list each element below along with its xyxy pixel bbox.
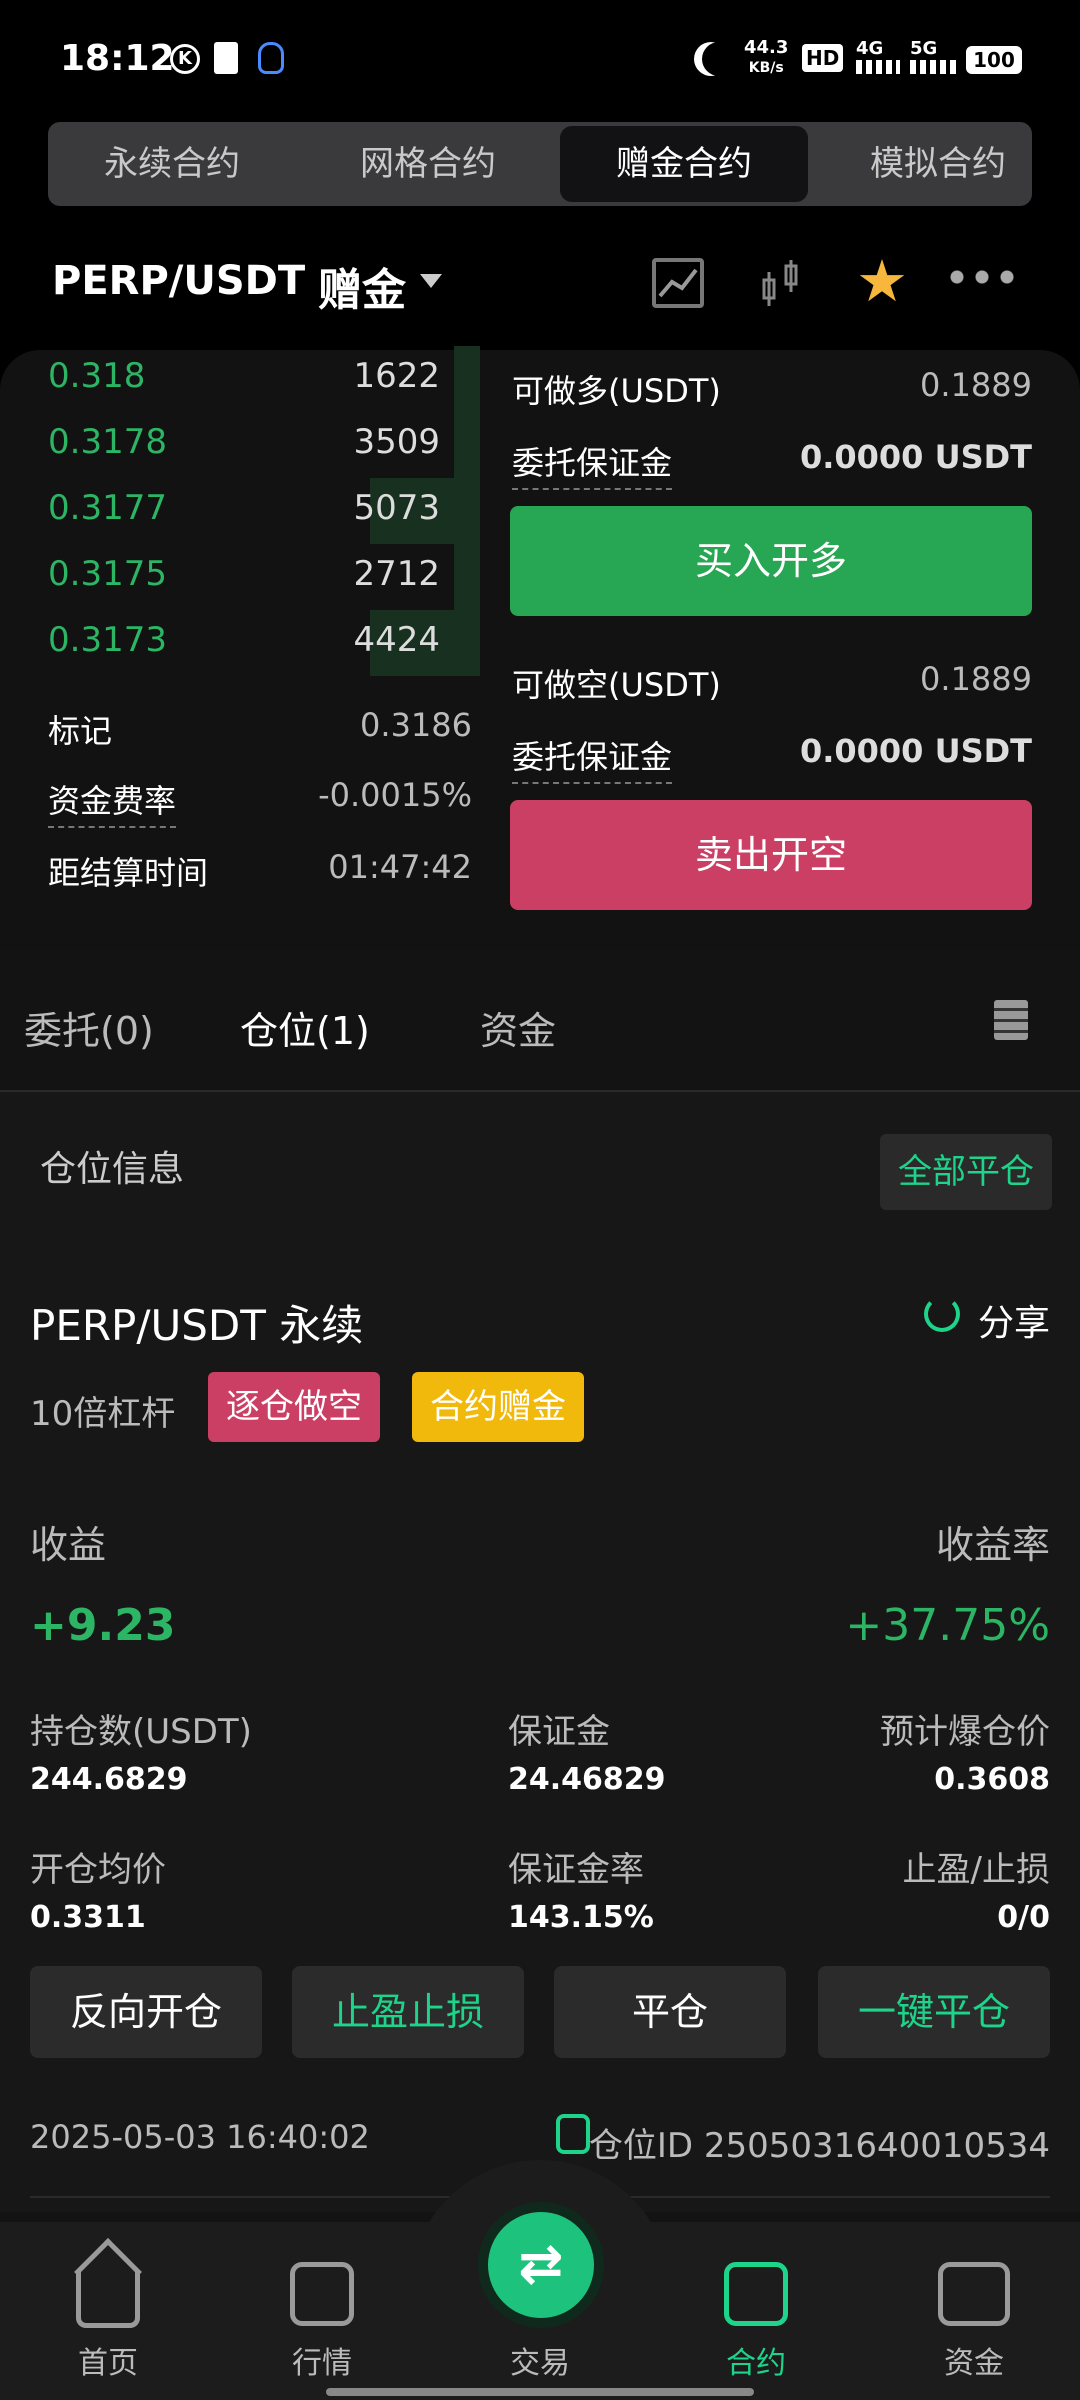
- mark-value: 0.3186: [360, 706, 472, 744]
- contract-icon[interactable]: [724, 2262, 788, 2326]
- share-button[interactable]: 分享: [978, 1294, 1050, 1346]
- tpsl-button[interactable]: 止盈止损: [292, 1966, 524, 2058]
- nav-funds[interactable]: 资金: [914, 2338, 1034, 2382]
- net-speed: 44.3 KB/s: [744, 37, 789, 77]
- qq-icon: [258, 42, 284, 74]
- nav-trade[interactable]: 交易: [480, 2338, 600, 2382]
- nav-market[interactable]: 行情: [262, 2338, 382, 2382]
- market-icon[interactable]: [290, 2262, 354, 2326]
- entry-price-label: 开仓均价: [30, 1850, 166, 1890]
- long-available-label: 可做多(USDT): [512, 372, 721, 410]
- list-icon[interactable]: [994, 1000, 1028, 1040]
- signal-bars-icon: [856, 60, 900, 74]
- sell-short-button[interactable]: 卖出开空: [510, 800, 1032, 910]
- long-available-value: 0.1889: [920, 366, 1032, 404]
- one-click-close-button[interactable]: 一键平仓: [818, 1966, 1050, 2058]
- close-button[interactable]: 平仓: [554, 1966, 786, 2058]
- share-icon[interactable]: [924, 1296, 960, 1332]
- candlestick-icon[interactable]: [760, 258, 802, 310]
- clock: 18:12: [60, 38, 175, 79]
- tab-positions[interactable]: 仓位(1): [240, 1000, 370, 1055]
- status-bar: 18:12 K 44.3 KB/s HD 4G 5G 100: [0, 0, 1080, 118]
- short-available-label: 可做空(USDT): [512, 666, 721, 704]
- copy-icon[interactable]: [556, 2114, 590, 2154]
- close-all-button[interactable]: 全部平仓: [880, 1134, 1052, 1210]
- home-indicator: [326, 2388, 754, 2396]
- orderbook-row[interactable]: 0.318 1622: [0, 346, 480, 412]
- tab-orders[interactable]: 委托(0): [24, 1000, 154, 1055]
- pair-header: PERP/USDT 赠金: [0, 240, 1080, 330]
- roe-label: 收益率: [935, 1523, 1050, 1567]
- tab-grid[interactable]: 网格合约: [304, 122, 552, 206]
- short-margin-value: 0.0000 USDT: [799, 732, 1032, 770]
- position-id: 仓位ID 2505031640010534: [588, 2126, 1050, 2166]
- long-margin-value: 0.0000 USDT: [799, 438, 1032, 476]
- dropdown-icon[interactable]: [420, 274, 442, 288]
- hd-icon: HD: [802, 44, 844, 72]
- sub-tabs: 委托(0) 仓位(1) 资金: [0, 980, 1080, 1090]
- signal-bars-icon-2: [910, 60, 958, 74]
- funding-rate-label[interactable]: 资金费率: [48, 776, 177, 828]
- signal-5g: 5G: [910, 38, 938, 59]
- signal-4g: 4G: [856, 38, 884, 59]
- battery-icon: 100: [966, 46, 1022, 74]
- mark-label: 标记: [48, 712, 113, 750]
- trade-icon[interactable]: ⇄: [488, 2212, 594, 2318]
- clipboard-icon: [214, 42, 238, 74]
- tpsl-value: 0/0: [997, 1900, 1050, 1935]
- orderbook-row[interactable]: 0.3177 5073: [0, 478, 480, 544]
- margin-ratio-value: 143.15%: [508, 1900, 654, 1935]
- margin-value: 24.46829: [508, 1762, 666, 1797]
- line-chart-icon[interactable]: [652, 258, 704, 308]
- tab-funds[interactable]: 资金: [480, 1000, 556, 1055]
- roe-value: +37.75%: [845, 1600, 1050, 1651]
- liq-price-value: 0.3608: [934, 1762, 1050, 1797]
- settle-time-label: 距结算时间: [48, 854, 209, 892]
- nav-contract[interactable]: 合约: [696, 2338, 816, 2382]
- reverse-button[interactable]: 反向开仓: [30, 1966, 262, 2058]
- orderbook-row[interactable]: 0.3173 4424: [0, 610, 480, 676]
- size-label: 持仓数(USDT): [30, 1712, 252, 1752]
- margin-ratio-label: 保证金率: [508, 1850, 644, 1890]
- star-icon[interactable]: ★: [856, 252, 908, 310]
- wallet-icon[interactable]: [938, 2262, 1010, 2326]
- bonus-badge: 合约赠金: [412, 1372, 584, 1442]
- short-available-value: 0.1889: [920, 660, 1032, 698]
- moon-icon: [702, 42, 736, 76]
- settle-time-value: 01:47:42: [328, 848, 472, 886]
- position-name: PERP/USDT 永续: [30, 1301, 364, 1350]
- margin-label: 保证金: [508, 1712, 610, 1752]
- orderbook-row[interactable]: 0.3175 2712: [0, 544, 480, 610]
- bonus-label[interactable]: 赠金: [318, 254, 406, 318]
- buy-long-button[interactable]: 买入开多: [510, 506, 1032, 616]
- tab-perpetual[interactable]: 永续合约: [48, 122, 296, 206]
- size-value: 244.6829: [30, 1762, 188, 1797]
- entry-price-value: 0.3311: [30, 1900, 146, 1935]
- pnl-value: +9.23: [30, 1600, 176, 1651]
- position-time: 2025-05-03 16:40:02: [30, 2118, 370, 2156]
- pair-name[interactable]: PERP/USDT: [52, 258, 305, 304]
- long-margin-label[interactable]: 委托保证金: [512, 438, 673, 490]
- position-info-title: 仓位信息: [40, 1149, 185, 1190]
- leverage-label: 10倍杠杆: [30, 1394, 176, 1434]
- tab-demo[interactable]: 模拟合约: [814, 122, 1032, 206]
- tpsl-label: 止盈/止损: [902, 1850, 1050, 1890]
- orderbook-row[interactable]: 0.3178 3509: [0, 412, 480, 478]
- nav-home[interactable]: 首页: [48, 2338, 168, 2382]
- pnl-label: 收益: [30, 1523, 107, 1567]
- more-icon[interactable]: [950, 270, 1014, 284]
- k-icon: K: [170, 44, 200, 74]
- funding-rate-value: -0.0015%: [318, 776, 472, 814]
- tab-bonus[interactable]: 赠金合约: [560, 126, 808, 202]
- contract-tabs: 永续合约 网格合约 赠金合约 模拟合约: [48, 122, 1032, 206]
- isolated-short-badge: 逐仓做空: [208, 1372, 380, 1442]
- liq-price-label: 预计爆仓价: [880, 1712, 1050, 1752]
- short-margin-label[interactable]: 委托保证金: [512, 732, 673, 784]
